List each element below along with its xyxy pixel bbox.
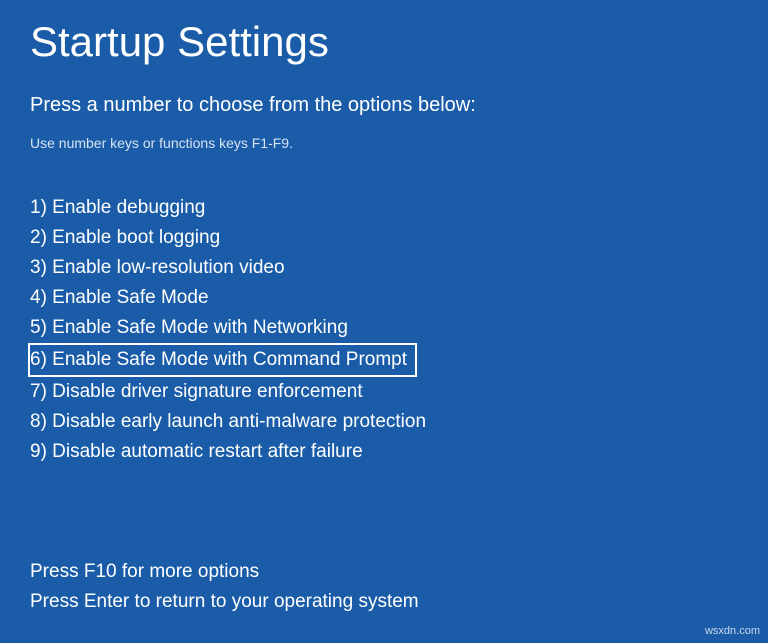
option-1[interactable]: 1) Enable debugging: [30, 193, 738, 223]
option-9[interactable]: 9) Disable automatic restart after failu…: [30, 437, 738, 467]
option-5[interactable]: 5) Enable Safe Mode with Networking: [30, 313, 738, 343]
option-2-text: 2) Enable boot logging: [30, 227, 220, 248]
options-list: 1) Enable debugging 2) Enable boot loggi…: [30, 193, 738, 467]
option-3-text: 3) Enable low-resolution video: [30, 257, 285, 278]
option-1-text: 1) Enable debugging: [30, 197, 205, 218]
option-7[interactable]: 7) Disable driver signature enforcement: [30, 377, 738, 407]
footer-more-options: Press F10 for more options: [30, 557, 738, 586]
option-8[interactable]: 8) Disable early launch anti-malware pro…: [30, 407, 738, 437]
key-instruction: Use number keys or functions keys F1-F9.: [30, 135, 738, 151]
option-4[interactable]: 4) Enable Safe Mode: [30, 283, 738, 313]
option-9-text: 9) Disable automatic restart after failu…: [30, 441, 363, 462]
subtitle: Press a number to choose from the option…: [30, 94, 738, 117]
page-title: Startup Settings: [30, 18, 738, 66]
startup-settings-screen: Startup Settings Press a number to choos…: [0, 0, 768, 616]
option-6[interactable]: 6) Enable Safe Mode with Command Prompt: [28, 343, 417, 377]
option-3[interactable]: 3) Enable low-resolution video: [30, 253, 738, 283]
footer-return: Press Enter to return to your operating …: [30, 587, 738, 616]
option-2[interactable]: 2) Enable boot logging: [30, 223, 738, 253]
option-5-text: 5) Enable Safe Mode with Networking: [30, 317, 348, 338]
option-8-text: 8) Disable early launch anti-malware pro…: [30, 411, 426, 432]
option-6-text: 6) Enable Safe Mode with Command Prompt: [30, 349, 407, 370]
option-4-text: 4) Enable Safe Mode: [30, 287, 209, 308]
option-7-text: 7) Disable driver signature enforcement: [30, 381, 363, 402]
watermark: wsxdn.com: [705, 625, 760, 637]
